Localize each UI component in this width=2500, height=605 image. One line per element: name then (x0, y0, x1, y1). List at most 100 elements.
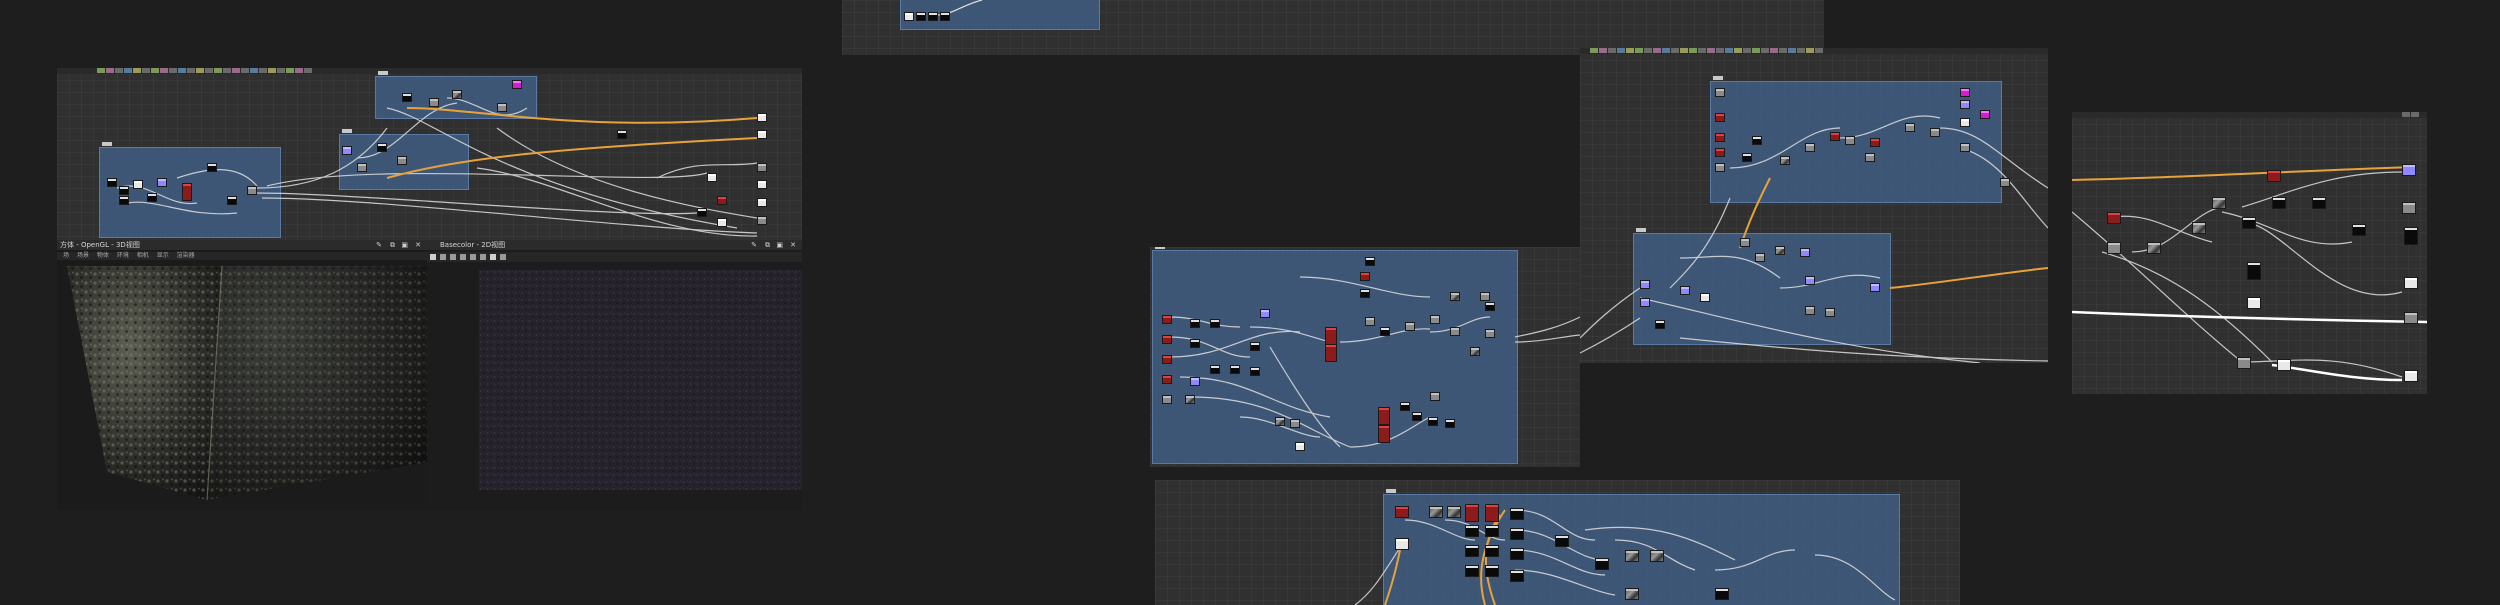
graph-node[interactable] (1230, 365, 1240, 374)
graph-node[interactable] (757, 163, 767, 172)
graph-node[interactable] (1845, 136, 1855, 145)
graph-node[interactable] (119, 196, 129, 205)
graph-node[interactable] (1960, 100, 1970, 109)
graph-node[interactable] (2247, 297, 2261, 309)
graph-node[interactable] (1715, 588, 1729, 600)
graph-node[interactable] (2404, 312, 2418, 324)
graph-node[interactable] (1210, 365, 1220, 374)
graph-window-top-center[interactable] (842, 0, 1824, 55)
graph-node[interactable] (452, 90, 462, 99)
graph-node[interactable] (1640, 298, 1650, 307)
graph-node[interactable] (2212, 197, 2226, 209)
graph-node[interactable] (1485, 525, 1499, 537)
graph-node[interactable] (717, 196, 727, 205)
frame-icon[interactable] (460, 254, 466, 260)
graph-node[interactable] (2277, 359, 2291, 371)
graph-node[interactable] (1162, 375, 1172, 384)
graph-node[interactable] (2147, 242, 2161, 254)
graph-node[interactable] (717, 218, 727, 227)
graph-node[interactable] (1430, 315, 1440, 324)
graph-node[interactable] (1185, 395, 1195, 404)
graph-node[interactable] (1625, 588, 1639, 600)
graph-node[interactable] (757, 180, 767, 189)
graph-window-center[interactable] (1150, 247, 1580, 467)
graph-window-middle-right[interactable] (1580, 48, 2048, 363)
graph-node[interactable] (342, 146, 352, 155)
graph-node[interactable] (1365, 317, 1375, 326)
graph-node[interactable] (1378, 407, 1390, 425)
graph-node[interactable] (1805, 143, 1815, 152)
graph-node[interactable] (1260, 309, 1270, 318)
picker-icon[interactable] (490, 254, 496, 260)
graph-node[interactable] (1428, 417, 1438, 426)
graph-node[interactable] (1275, 417, 1285, 426)
graph-node[interactable] (1485, 329, 1495, 338)
graph-node[interactable] (182, 183, 192, 201)
graph-node[interactable] (1162, 395, 1172, 404)
graph-node[interactable] (1960, 88, 1970, 97)
graph-node[interactable] (1162, 335, 1172, 344)
graph-node[interactable] (247, 186, 257, 195)
graph-node[interactable] (1485, 504, 1499, 522)
save-icon[interactable] (440, 254, 446, 260)
graph-node[interactable] (1445, 419, 1455, 428)
graph-node[interactable] (2192, 222, 2206, 234)
graph-node[interactable] (397, 156, 407, 165)
graph-node[interactable] (1210, 319, 1220, 328)
graph-node[interactable] (1470, 347, 1480, 356)
graph-node[interactable] (2352, 224, 2366, 236)
histogram-icon[interactable] (500, 254, 506, 260)
graph-node[interactable] (1510, 548, 1524, 560)
graph-node[interactable] (1715, 133, 1725, 142)
graph-node[interactable] (119, 186, 129, 195)
graph-node[interactable] (1752, 136, 1762, 145)
close-icon[interactable]: ✕ (415, 240, 421, 250)
graph-node[interactable] (1190, 319, 1200, 328)
graph-node[interactable] (1465, 545, 1479, 557)
graph-node[interactable] (1485, 545, 1499, 557)
graph-node[interactable] (227, 196, 237, 205)
menu-item-camera[interactable]: 相机 (137, 252, 149, 259)
graph-node[interactable] (147, 193, 157, 202)
graph-node[interactable] (1465, 525, 1479, 537)
graph-node[interactable] (1400, 402, 1410, 411)
graph-node[interactable] (1715, 88, 1725, 97)
menu-item-renderer[interactable]: 渲染器 (177, 252, 195, 259)
float-icon[interactable]: ⧉ (390, 240, 395, 250)
graph-node[interactable] (904, 12, 914, 21)
graph-node[interactable] (429, 98, 439, 107)
menu-item-environment[interactable]: 环境 (117, 252, 129, 259)
graph-node[interactable] (1510, 508, 1524, 520)
graph-node[interactable] (1655, 320, 1665, 329)
graph-node[interactable] (1870, 283, 1880, 292)
graph-node[interactable] (1905, 123, 1915, 132)
graph-node[interactable] (2000, 178, 2010, 187)
graph-node[interactable] (1365, 257, 1375, 266)
graph-node[interactable] (2402, 164, 2416, 176)
graph-node[interactable] (1162, 355, 1172, 364)
graph-node[interactable] (1640, 280, 1650, 289)
menu-item-display[interactable]: 显示 (157, 252, 169, 259)
graph-node[interactable] (2107, 242, 2121, 254)
graph-node[interactable] (1480, 292, 1490, 301)
graph-node[interactable] (697, 208, 707, 217)
graph-node[interactable] (1625, 550, 1639, 562)
graph-node[interactable] (1960, 143, 1970, 152)
graph-node[interactable] (1715, 163, 1725, 172)
2d-texture-preview[interactable] (479, 270, 802, 490)
graph-node[interactable] (1190, 339, 1200, 348)
graph-window-far-right[interactable] (2072, 112, 2427, 394)
graph-node[interactable] (1450, 292, 1460, 301)
graph-node[interactable] (2247, 262, 2261, 280)
maximize-icon[interactable]: ▣ (776, 240, 783, 250)
graph-node[interactable] (707, 173, 717, 182)
graph-node[interactable] (1865, 153, 1875, 162)
channel-icon[interactable] (470, 254, 476, 260)
graph-node[interactable] (1430, 392, 1440, 401)
graph-node[interactable] (1870, 138, 1880, 147)
graph-node[interactable] (377, 143, 387, 152)
graph-node[interactable] (207, 163, 217, 172)
graph-node[interactable] (1412, 412, 1422, 421)
graph-node[interactable] (1800, 248, 1810, 257)
3d-viewport[interactable] (57, 262, 427, 510)
